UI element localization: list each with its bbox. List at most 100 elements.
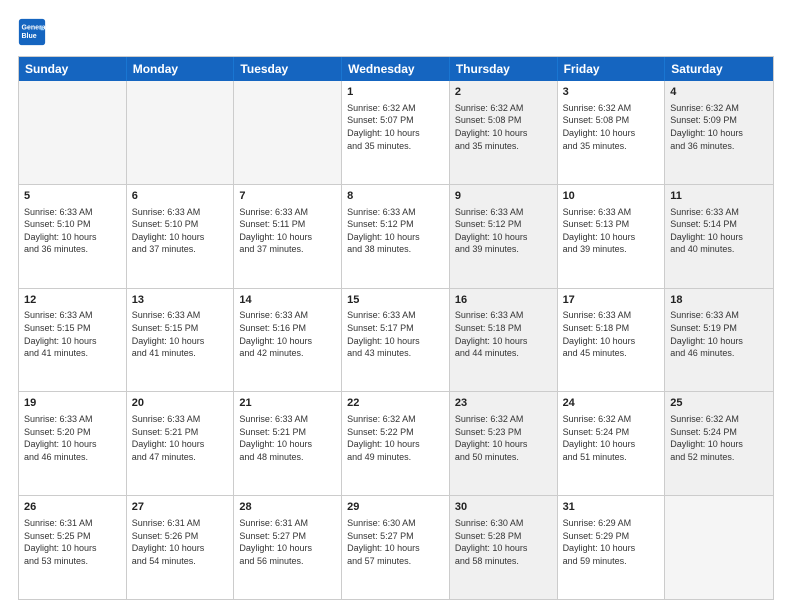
calendar-cell: 18Sunrise: 6:33 AM Sunset: 5:19 PM Dayli… bbox=[665, 289, 773, 392]
day-info: Sunrise: 6:33 AM Sunset: 5:12 PM Dayligh… bbox=[455, 206, 552, 256]
day-info: Sunrise: 6:32 AM Sunset: 5:07 PM Dayligh… bbox=[347, 102, 444, 152]
day-number: 15 bbox=[347, 293, 444, 308]
day-info: Sunrise: 6:32 AM Sunset: 5:22 PM Dayligh… bbox=[347, 413, 444, 463]
day-info: Sunrise: 6:33 AM Sunset: 5:15 PM Dayligh… bbox=[24, 309, 121, 359]
day-number: 8 bbox=[347, 189, 444, 204]
calendar-cell: 17Sunrise: 6:33 AM Sunset: 5:18 PM Dayli… bbox=[558, 289, 666, 392]
day-info: Sunrise: 6:33 AM Sunset: 5:10 PM Dayligh… bbox=[132, 206, 229, 256]
day-info: Sunrise: 6:33 AM Sunset: 5:21 PM Dayligh… bbox=[239, 413, 336, 463]
calendar-cell: 1 Sunrise: 6:32 AM Sunset: 5:07 PM Daylig… bbox=[342, 81, 450, 184]
calendar-cell: 29 Sunrise: 6:30 AM Sunset: 5:27 PM Dayli… bbox=[342, 496, 450, 599]
day-info: Sunrise: 6:30 AM Sunset: 5:28 PM Dayligh… bbox=[455, 517, 552, 567]
day-number: 21 bbox=[239, 396, 336, 411]
calendar-cell: 5 Sunrise: 6:33 AM Sunset: 5:10 PM Daylig… bbox=[19, 185, 127, 288]
calendar-cell bbox=[127, 81, 235, 184]
day-number: 1 bbox=[347, 85, 444, 100]
day-number: 17 bbox=[563, 293, 660, 308]
day-info: Sunrise: 6:33 AM Sunset: 5:17 PM Dayligh… bbox=[347, 309, 444, 359]
page: General Blue SundayMondayTuesdayWednesda… bbox=[0, 0, 792, 612]
calendar-cell: 4 Sunrise: 6:32 AM Sunset: 5:09 PM Daylig… bbox=[665, 81, 773, 184]
calendar-cell: 23Sunrise: 6:32 AM Sunset: 5:23 PM Dayli… bbox=[450, 392, 558, 495]
day-info: Sunrise: 6:32 AM Sunset: 5:23 PM Dayligh… bbox=[455, 413, 552, 463]
day-info: Sunrise: 6:33 AM Sunset: 5:18 PM Dayligh… bbox=[455, 309, 552, 359]
calendar-cell: 10Sunrise: 6:33 AM Sunset: 5:13 PM Dayli… bbox=[558, 185, 666, 288]
logo-icon: General Blue bbox=[18, 18, 46, 46]
day-info: Sunrise: 6:32 AM Sunset: 5:09 PM Dayligh… bbox=[670, 102, 768, 152]
day-info: Sunrise: 6:33 AM Sunset: 5:11 PM Dayligh… bbox=[239, 206, 336, 256]
day-info: Sunrise: 6:32 AM Sunset: 5:08 PM Dayligh… bbox=[563, 102, 660, 152]
day-number: 30 bbox=[455, 500, 552, 515]
calendar-cell: 28Sunrise: 6:31 AM Sunset: 5:27 PM Dayli… bbox=[234, 496, 342, 599]
weekday-header: Thursday bbox=[450, 57, 558, 81]
day-number: 10 bbox=[563, 189, 660, 204]
calendar-row: 1 Sunrise: 6:32 AM Sunset: 5:07 PM Daylig… bbox=[19, 81, 773, 185]
day-number: 19 bbox=[24, 396, 121, 411]
calendar-row: 19 Sunrise: 6:33 AM Sunset: 5:20 PM Dayli… bbox=[19, 392, 773, 496]
weekday-header: Friday bbox=[558, 57, 666, 81]
day-info: Sunrise: 6:33 AM Sunset: 5:18 PM Dayligh… bbox=[563, 309, 660, 359]
weekday-header: Wednesday bbox=[342, 57, 450, 81]
day-info: Sunrise: 6:33 AM Sunset: 5:20 PM Dayligh… bbox=[24, 413, 121, 463]
day-number: 18 bbox=[670, 293, 768, 308]
calendar-row: 5 Sunrise: 6:33 AM Sunset: 5:10 PM Daylig… bbox=[19, 185, 773, 289]
day-info: Sunrise: 6:33 AM Sunset: 5:21 PM Dayligh… bbox=[132, 413, 229, 463]
calendar-cell: 7 Sunrise: 6:33 AM Sunset: 5:11 PM Daylig… bbox=[234, 185, 342, 288]
logo: General Blue bbox=[18, 18, 50, 46]
day-number: 25 bbox=[670, 396, 768, 411]
day-info: Sunrise: 6:33 AM Sunset: 5:10 PM Dayligh… bbox=[24, 206, 121, 256]
weekday-header: Monday bbox=[127, 57, 235, 81]
day-info: Sunrise: 6:32 AM Sunset: 5:08 PM Dayligh… bbox=[455, 102, 552, 152]
day-info: Sunrise: 6:33 AM Sunset: 5:15 PM Dayligh… bbox=[132, 309, 229, 359]
calendar-cell: 3Sunrise: 6:32 AM Sunset: 5:08 PM Daylig… bbox=[558, 81, 666, 184]
svg-text:Blue: Blue bbox=[22, 33, 37, 40]
calendar-cell: 20 Sunrise: 6:33 AM Sunset: 5:21 PM Dayli… bbox=[127, 392, 235, 495]
calendar-cell: 2 Sunrise: 6:32 AM Sunset: 5:08 PM Daylig… bbox=[450, 81, 558, 184]
weekday-header: Sunday bbox=[19, 57, 127, 81]
calendar-cell bbox=[665, 496, 773, 599]
header: General Blue bbox=[18, 18, 774, 46]
day-number: 14 bbox=[239, 293, 336, 308]
day-info: Sunrise: 6:33 AM Sunset: 5:19 PM Dayligh… bbox=[670, 309, 768, 359]
day-info: Sunrise: 6:29 AM Sunset: 5:29 PM Dayligh… bbox=[563, 517, 660, 567]
calendar-row: 12Sunrise: 6:33 AM Sunset: 5:15 PM Dayli… bbox=[19, 289, 773, 393]
calendar-cell: 19 Sunrise: 6:33 AM Sunset: 5:20 PM Dayli… bbox=[19, 392, 127, 495]
day-number: 6 bbox=[132, 189, 229, 204]
day-number: 28 bbox=[239, 500, 336, 515]
calendar: SundayMondayTuesdayWednesdayThursdayFrid… bbox=[18, 56, 774, 600]
calendar-header: SundayMondayTuesdayWednesdayThursdayFrid… bbox=[19, 57, 773, 81]
calendar-cell: 14Sunrise: 6:33 AM Sunset: 5:16 PM Dayli… bbox=[234, 289, 342, 392]
calendar-body: 1 Sunrise: 6:32 AM Sunset: 5:07 PM Daylig… bbox=[19, 81, 773, 599]
day-info: Sunrise: 6:33 AM Sunset: 5:16 PM Dayligh… bbox=[239, 309, 336, 359]
calendar-cell: 9 Sunrise: 6:33 AM Sunset: 5:12 PM Daylig… bbox=[450, 185, 558, 288]
calendar-cell: 16Sunrise: 6:33 AM Sunset: 5:18 PM Dayli… bbox=[450, 289, 558, 392]
day-number: 24 bbox=[563, 396, 660, 411]
day-number: 29 bbox=[347, 500, 444, 515]
calendar-cell bbox=[19, 81, 127, 184]
calendar-cell: 15Sunrise: 6:33 AM Sunset: 5:17 PM Dayli… bbox=[342, 289, 450, 392]
day-number: 22 bbox=[347, 396, 444, 411]
day-info: Sunrise: 6:33 AM Sunset: 5:14 PM Dayligh… bbox=[670, 206, 768, 256]
calendar-cell: 13Sunrise: 6:33 AM Sunset: 5:15 PM Dayli… bbox=[127, 289, 235, 392]
calendar-cell: 21 Sunrise: 6:33 AM Sunset: 5:21 PM Dayli… bbox=[234, 392, 342, 495]
day-info: Sunrise: 6:32 AM Sunset: 5:24 PM Dayligh… bbox=[563, 413, 660, 463]
day-number: 26 bbox=[24, 500, 121, 515]
day-number: 4 bbox=[670, 85, 768, 100]
day-info: Sunrise: 6:33 AM Sunset: 5:12 PM Dayligh… bbox=[347, 206, 444, 256]
day-number: 5 bbox=[24, 189, 121, 204]
calendar-cell: 30 Sunrise: 6:30 AM Sunset: 5:28 PM Dayli… bbox=[450, 496, 558, 599]
calendar-cell: 27Sunrise: 6:31 AM Sunset: 5:26 PM Dayli… bbox=[127, 496, 235, 599]
day-number: 16 bbox=[455, 293, 552, 308]
day-info: Sunrise: 6:32 AM Sunset: 5:24 PM Dayligh… bbox=[670, 413, 768, 463]
calendar-row: 26Sunrise: 6:31 AM Sunset: 5:25 PM Dayli… bbox=[19, 496, 773, 599]
day-number: 2 bbox=[455, 85, 552, 100]
day-info: Sunrise: 6:30 AM Sunset: 5:27 PM Dayligh… bbox=[347, 517, 444, 567]
day-number: 9 bbox=[455, 189, 552, 204]
day-number: 13 bbox=[132, 293, 229, 308]
day-number: 20 bbox=[132, 396, 229, 411]
calendar-cell: 12Sunrise: 6:33 AM Sunset: 5:15 PM Dayli… bbox=[19, 289, 127, 392]
calendar-cell: 31Sunrise: 6:29 AM Sunset: 5:29 PM Dayli… bbox=[558, 496, 666, 599]
day-number: 7 bbox=[239, 189, 336, 204]
calendar-cell: 8 Sunrise: 6:33 AM Sunset: 5:12 PM Daylig… bbox=[342, 185, 450, 288]
calendar-cell: 11Sunrise: 6:33 AM Sunset: 5:14 PM Dayli… bbox=[665, 185, 773, 288]
weekday-header: Tuesday bbox=[234, 57, 342, 81]
